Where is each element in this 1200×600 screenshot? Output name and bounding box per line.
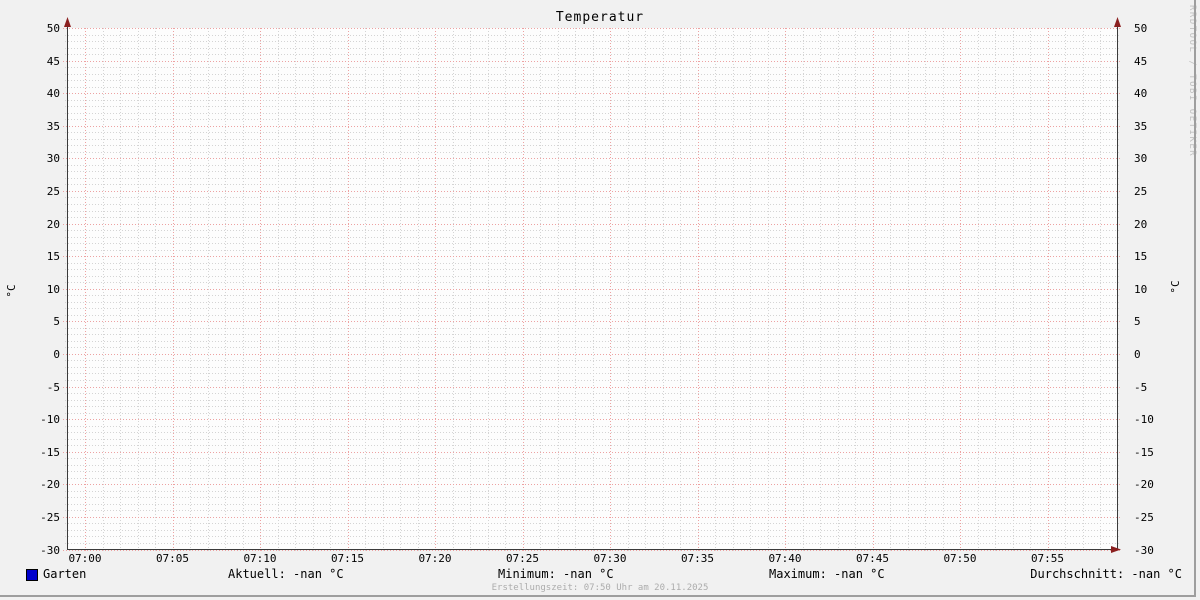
legend-row: Garten Aktuell: -nan °C Minimum: -nan °C… bbox=[0, 567, 1200, 583]
y-tick-label-right: -15 bbox=[1134, 446, 1178, 459]
y-tick-label-left: -5 bbox=[18, 381, 60, 394]
x-tick-label: 07:50 bbox=[928, 552, 992, 565]
x-tick-label: 07:25 bbox=[491, 552, 555, 565]
x-tick-label: 07:55 bbox=[1016, 552, 1080, 565]
x-tick-label: 07:45 bbox=[841, 552, 905, 565]
stat-minimum: Minimum: -nan °C bbox=[498, 567, 614, 581]
y-tick-label-right: 20 bbox=[1134, 218, 1178, 231]
y-tick-label-left: -25 bbox=[18, 511, 60, 524]
x-tick-label: 07:00 bbox=[53, 552, 117, 565]
y-tick-label-left: 30 bbox=[18, 152, 60, 165]
y-tick-label-right: -10 bbox=[1134, 413, 1178, 426]
legend-series-label: Garten bbox=[43, 567, 86, 581]
y-tick-label-right: -20 bbox=[1134, 478, 1178, 491]
stat-aktuell: Aktuell: -nan °C bbox=[228, 567, 344, 581]
y-tick-label-right: 25 bbox=[1134, 185, 1178, 198]
y-tick-label-left: 5 bbox=[18, 315, 60, 328]
y-tick-label-right: 0 bbox=[1134, 348, 1178, 361]
y-tick-label-left: -10 bbox=[18, 413, 60, 426]
y-tick-label-right: 35 bbox=[1134, 120, 1178, 133]
x-tick-label: 07:40 bbox=[753, 552, 817, 565]
y-tick-label-right: -5 bbox=[1134, 381, 1178, 394]
y-tick-label-left: 15 bbox=[18, 250, 60, 263]
y-tick-label-right: 50 bbox=[1134, 22, 1178, 35]
y-tick-label-left: 45 bbox=[18, 55, 60, 68]
rrdtool-temperature-graph: Temperatur RRDTOOL / TOBI OETIKER °C °C … bbox=[0, 0, 1200, 600]
y-tick-label-right: -25 bbox=[1134, 511, 1178, 524]
y-tick-label-right: 10 bbox=[1134, 283, 1178, 296]
x-tick-label: 07:35 bbox=[666, 552, 730, 565]
image-bevel-bottom bbox=[0, 595, 1196, 597]
stat-durchschnitt: Durchschnitt: -nan °C bbox=[1030, 567, 1182, 581]
y-tick-label-left: 50 bbox=[18, 22, 60, 35]
legend-swatch-garten bbox=[26, 569, 38, 581]
chart-title: Temperatur bbox=[0, 10, 1200, 25]
y-tick-label-left: 35 bbox=[18, 120, 60, 133]
image-bevel-right bbox=[1194, 0, 1196, 597]
x-tick-label: 07:05 bbox=[141, 552, 205, 565]
y-tick-label-right: -30 bbox=[1134, 544, 1178, 557]
x-tick-label: 07:20 bbox=[403, 552, 467, 565]
x-tick-label: 07:10 bbox=[228, 552, 292, 565]
stat-maximum: Maximum: -nan °C bbox=[769, 567, 885, 581]
y-tick-label-right: 45 bbox=[1134, 55, 1178, 68]
y-tick-label-right: 5 bbox=[1134, 315, 1178, 328]
y-tick-label-left: 0 bbox=[18, 348, 60, 361]
y-tick-label-left: 10 bbox=[18, 283, 60, 296]
x-tick-label: 07:30 bbox=[578, 552, 642, 565]
y-tick-label-left: -15 bbox=[18, 446, 60, 459]
x-tick-label: 07:15 bbox=[316, 552, 380, 565]
y-tick-label-right: 15 bbox=[1134, 250, 1178, 263]
plot-area bbox=[0, 0, 1200, 600]
y-tick-label-left: 40 bbox=[18, 87, 60, 100]
y-tick-label-left: -20 bbox=[18, 478, 60, 491]
y-tick-label-right: 40 bbox=[1134, 87, 1178, 100]
y-tick-label-left: 25 bbox=[18, 185, 60, 198]
y-tick-label-right: 30 bbox=[1134, 152, 1178, 165]
y-tick-label-left: 20 bbox=[18, 218, 60, 231]
creation-time: Erstellungszeit: 07:50 Uhr am 20.11.2025 bbox=[0, 583, 1200, 593]
